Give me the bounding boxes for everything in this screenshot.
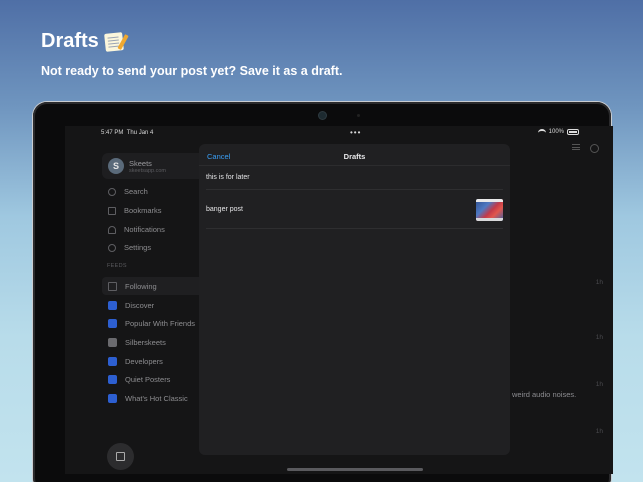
gear-icon	[108, 243, 116, 252]
wifi-icon	[537, 129, 546, 135]
compose-button[interactable]	[107, 443, 134, 470]
sidebar-item-notifications[interactable]: Notifications	[108, 225, 165, 234]
sidebar-item-search[interactable]: Search	[108, 187, 148, 196]
sidebar-item-label: Search	[124, 187, 148, 196]
avatar: S	[108, 158, 124, 174]
feed-icon	[108, 393, 117, 403]
feed-item-label: Developers	[125, 356, 163, 366]
draft-text: banger post	[206, 205, 243, 213]
status-bar: 5:47 PM Thu Jan 4 ••• 100%	[65, 126, 613, 140]
feed-item-label: Following	[125, 281, 157, 291]
feed-item-label: Silberskeets	[125, 337, 166, 347]
home-indicator	[287, 468, 423, 471]
toolbar-right	[572, 144, 599, 153]
drafts-sheet: Cancel Drafts this is for later banger p…	[199, 144, 510, 455]
feed-icon	[108, 337, 117, 347]
sidebar-item-label: Bookmarks	[124, 206, 162, 215]
status-right: 100%	[537, 129, 579, 135]
post-timestamp: 1h	[595, 279, 603, 286]
app-screen: 5:47 PM Thu Jan 4 ••• 100% S Skeets skee…	[65, 126, 613, 474]
post-snippet: weird audio noises.	[512, 390, 577, 399]
ipad-device-frame: 5:47 PM Thu Jan 4 ••• 100% S Skeets skee…	[33, 102, 613, 482]
bookmark-icon	[108, 206, 116, 215]
feed-item-label: What's Hot Classic	[125, 393, 188, 403]
draft-image-thumbnail	[476, 199, 503, 221]
battery-icon	[567, 129, 579, 135]
home-icon	[108, 281, 117, 291]
draft-row[interactable]: this is for later	[206, 166, 503, 190]
draft-text: this is for later	[206, 174, 250, 181]
sidebar-item-label: Settings	[124, 243, 152, 252]
battery-percent: 100%	[548, 129, 564, 135]
feed-item-label: Discover	[125, 300, 155, 310]
compose-icon	[116, 452, 125, 461]
sensor-dot	[357, 114, 360, 117]
camera-icon	[319, 112, 326, 119]
account-name: Skeets	[129, 158, 152, 168]
bell-icon	[108, 225, 116, 234]
hero-subtitle: Not ready to send your post yet? Save it…	[41, 64, 343, 78]
post-timestamp: 1h	[595, 428, 603, 435]
post-timestamp: 1h	[595, 334, 603, 341]
list-icon[interactable]	[572, 144, 580, 150]
sidebar-item-settings[interactable]: Settings	[108, 243, 151, 252]
search-icon	[108, 187, 116, 196]
feeds-section-header: FEEDS	[107, 263, 127, 269]
feed-icon	[108, 300, 117, 310]
account-info: Skeets skeetsapp.com	[129, 159, 166, 174]
status-time: 5:47 PM Thu Jan 4	[101, 130, 154, 136]
feed-icon	[108, 318, 117, 328]
hero-title-text: Drafts	[41, 30, 99, 52]
feed-item-label: Popular With Friends	[125, 318, 196, 328]
post-timestamp: 1h	[595, 381, 603, 388]
sheet-title: Drafts	[343, 152, 366, 161]
sidebar-item-bookmarks[interactable]: Bookmarks	[108, 206, 162, 215]
more-icon[interactable]	[590, 144, 599, 153]
feed-item-label: Quiet Posters	[125, 374, 171, 384]
sidebar-item-label: Notifications	[124, 225, 165, 234]
memo-icon	[103, 31, 124, 52]
multitasking-dots-icon[interactable]: •••	[350, 128, 361, 137]
sheet-header: Cancel Drafts	[199, 144, 510, 166]
feed-icon	[108, 356, 117, 366]
hero-title: Drafts	[41, 30, 124, 53]
feed-icon	[108, 374, 117, 384]
account-domain: skeetsapp.com	[129, 167, 166, 174]
draft-row[interactable]: banger post	[206, 190, 503, 229]
